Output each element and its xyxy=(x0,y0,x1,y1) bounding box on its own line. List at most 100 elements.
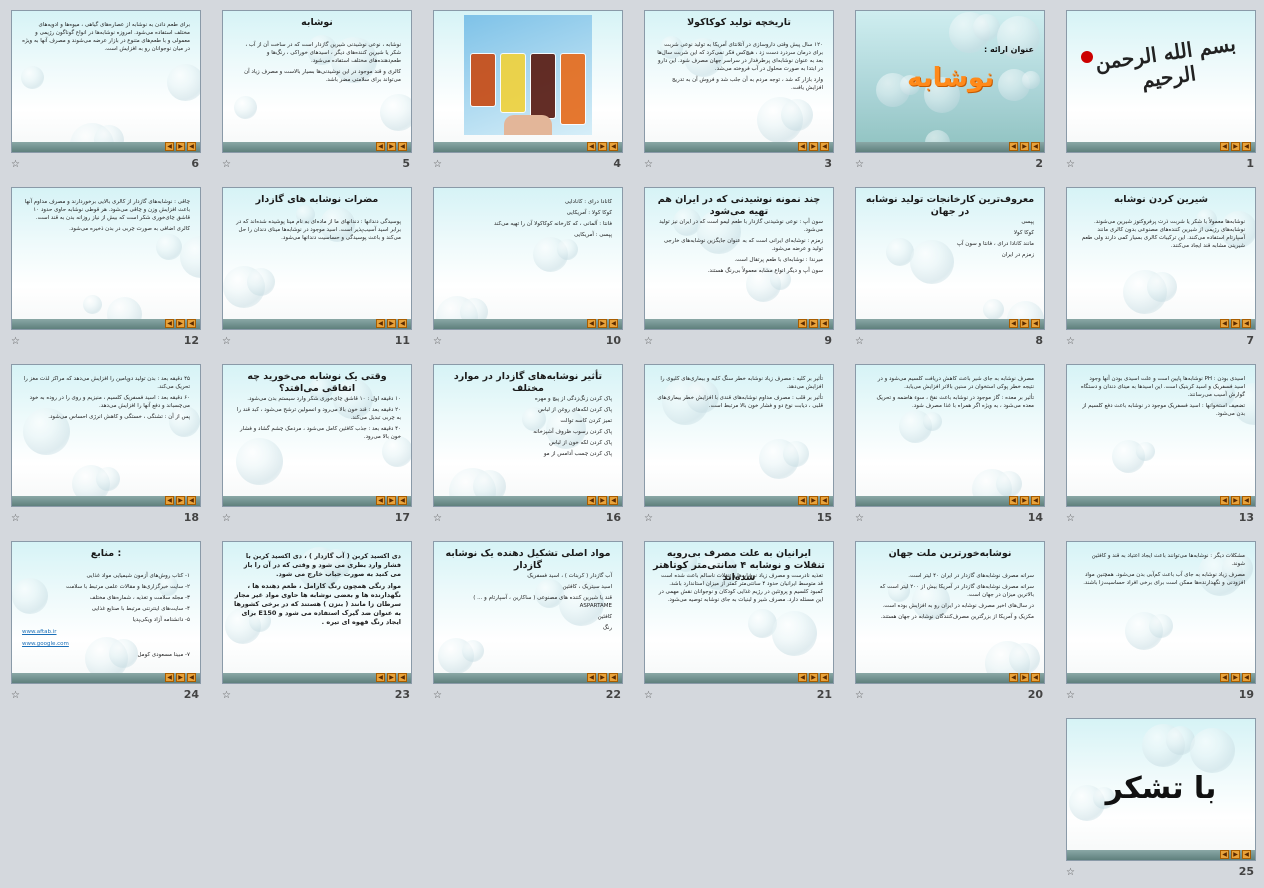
bubble-decoration xyxy=(380,94,411,131)
slide-preview[interactable]: تاریخچه تولید کوکاکولا ۱۲۰ سال پیش وقتی د… xyxy=(644,10,834,153)
transition-star-icon[interactable]: ☆ xyxy=(1066,336,1075,347)
transition-star-icon[interactable]: ☆ xyxy=(433,513,442,524)
slide-preview[interactable]: تأثیر بر کلیه : مصرف زیاد نوشابه خطر سنگ… xyxy=(644,364,834,507)
slide-preview[interactable]: چاقی : نوشابه‌های گازدار از کالری بالایی… xyxy=(11,187,201,330)
transition-star-icon[interactable]: ☆ xyxy=(11,513,20,524)
transition-star-icon[interactable]: ☆ xyxy=(644,513,653,524)
bullet-text: اسیدی بودن : PH نوشابه‌ها پایین است و عل… xyxy=(1080,376,1245,398)
slide-thumbnail-10[interactable]: کانادا درای : کانادایی کوکا کولا : آمریکا… xyxy=(433,187,623,357)
transition-star-icon[interactable]: ☆ xyxy=(855,336,864,347)
slide-thumbnail-4[interactable]: ◀ ▶ ◀ 4 ☆ xyxy=(433,10,623,180)
slide-preview[interactable]: معروف‌ترین کارخانجات تولید نوشابه در جها… xyxy=(855,187,1045,330)
slide-preview[interactable]: نوشابه‌خورترین ملت جهان سرانه مصرف نوشابه… xyxy=(855,541,1045,684)
slide-thumbnail-8[interactable]: معروف‌ترین کارخانجات تولید نوشابه در جها… xyxy=(855,187,1045,357)
slide-thumbnail-19[interactable]: مشکلات دیگر : نوشابه‌ها می‌توانند باعث ا… xyxy=(1066,541,1256,711)
slide-thumbnail-18[interactable]: ۴۵ دقیقه بعد : بدن تولید دوپامین را افزا… xyxy=(11,364,201,534)
slide-preview[interactable]: ◀ ▶ ◀ xyxy=(433,10,623,153)
bullet-text: وارد بازار که شد ، توجه مردم به آن جلب ش… xyxy=(671,77,823,91)
slide-preview[interactable]: شیرین کردن نوشابه نوشابه‌ها معمولاً با شک… xyxy=(1066,187,1256,330)
reference-link[interactable]: www.aftab.ir xyxy=(22,628,190,636)
slide-thumbnail-24[interactable]: منابع : ۱- کتاب روش‌های آزمون شیمیایی موا… xyxy=(11,541,201,711)
bullet-text: مصرف زیاد نوشابه به جای آب باعث کم‌آبی ب… xyxy=(1083,572,1245,586)
slide-thumbnail-9[interactable]: چند نمونه نوشیدنی که در ایران هم تهیه می… xyxy=(644,187,834,357)
prev-slide-button: ◀ xyxy=(1220,319,1229,328)
transition-star-icon[interactable]: ☆ xyxy=(1066,867,1075,878)
slide-preview[interactable]: کانادا درای : کانادایی کوکا کولا : آمریکا… xyxy=(433,187,623,330)
slide-thumbnail-3[interactable]: تاریخچه تولید کوکاکولا ۱۲۰ سال پیش وقتی د… xyxy=(644,10,834,180)
bullet-text: پاک کردن لکه‌های روغن از لباس xyxy=(538,407,612,413)
transition-star-icon[interactable]: ☆ xyxy=(644,159,653,170)
slide-footer-bar: ◀ ▶ ◀ xyxy=(12,496,200,506)
slide-thumbnail-17[interactable]: وقتی یک نوشابه می‌خورید چه اتفاقی می‌افت… xyxy=(222,364,412,534)
slide-preview[interactable]: بسم الله الرحمن الرحیم ◀ ▶ ◀ xyxy=(1066,10,1256,153)
prev-slide-button: ◀ xyxy=(1009,496,1018,505)
slide-thumbnail-16[interactable]: تأثیر نوشابه‌های گازدار در موارد مختلف پا… xyxy=(433,364,623,534)
transition-star-icon[interactable]: ☆ xyxy=(644,690,653,701)
slide-thumbnail-21[interactable]: ایرانیان به علت مصرف بی‌رویه تنقلات و نو… xyxy=(644,541,834,711)
slide-preview[interactable]: نوشابه نوشابه ، نوعی نوشیدنی شیرین گازدار… xyxy=(222,10,412,153)
slide-preview[interactable]: ۴۵ دقیقه بعد : بدن تولید دوپامین را افزا… xyxy=(11,364,201,507)
slide-thumbnail-12[interactable]: چاقی : نوشابه‌های گازدار از کالری بالایی… xyxy=(11,187,201,357)
slide-thumbnail-6[interactable]: برای طعم دادن به نوشابه از عصاره‌های گیا… xyxy=(11,10,201,180)
transition-star-icon[interactable]: ☆ xyxy=(855,513,864,524)
slide-preview[interactable]: اسیدی بودن : PH نوشابه‌ها پایین است و عل… xyxy=(1066,364,1256,507)
slide-thumbnail-14[interactable]: مصرف نوشابه به جای شیر باعث کاهش دریافت … xyxy=(855,364,1045,534)
transition-star-icon[interactable]: ☆ xyxy=(855,159,864,170)
transition-star-icon[interactable]: ☆ xyxy=(222,159,231,170)
transition-star-icon[interactable]: ☆ xyxy=(855,690,864,701)
slide-footer-bar: ◀ ▶ ◀ xyxy=(434,142,622,152)
slide-footer-bar: ◀ ▶ ◀ xyxy=(645,496,833,506)
transition-star-icon[interactable]: ☆ xyxy=(222,513,231,524)
slide-preview[interactable]: چند نمونه نوشیدنی که در ایران هم تهیه می… xyxy=(644,187,834,330)
slide-thumbnail-7[interactable]: شیرین کردن نوشابه نوشابه‌ها معمولاً با شک… xyxy=(1066,187,1256,357)
slide-preview[interactable]: مضرات نوشابه های گازدار پوسیدگی دندانها :… xyxy=(222,187,412,330)
slide-preview[interactable]: تأثیر نوشابه‌های گازدار در موارد مختلف پا… xyxy=(433,364,623,507)
slide-preview[interactable]: با تشکر ◀ ▶ ◀ xyxy=(1066,718,1256,861)
slide-title: تأثیر نوشابه‌های گازدار در موارد مختلف xyxy=(453,371,603,394)
slide-preview[interactable]: ایرانیان به علت مصرف بی‌رویه تنقلات و نو… xyxy=(644,541,834,684)
slide-title: مواد اصلی تشکیل دهنده یک نوشابه گازدار xyxy=(445,548,611,571)
slide-thumbnail-13[interactable]: اسیدی بودن : PH نوشابه‌ها پایین است و عل… xyxy=(1066,364,1256,534)
slide-thumbnail-22[interactable]: مواد اصلی تشکیل دهنده یک نوشابه گازدار آب… xyxy=(433,541,623,711)
transition-star-icon[interactable]: ☆ xyxy=(433,159,442,170)
slide-thumbnail-5[interactable]: نوشابه نوشابه ، نوعی نوشیدنی شیرین گازدار… xyxy=(222,10,412,180)
slide-preview[interactable]: مشکلات دیگر : نوشابه‌ها می‌توانند باعث ا… xyxy=(1066,541,1256,684)
drink-glass xyxy=(560,53,586,125)
slide-thumbnail-15[interactable]: تأثیر بر کلیه : مصرف زیاد نوشابه خطر سنگ… xyxy=(644,364,834,534)
transition-star-icon[interactable]: ☆ xyxy=(1066,159,1075,170)
bullet-text: زمزم : نوشابه‌ای ایرانی است که به عنوان … xyxy=(663,238,823,252)
slide-thumbnail-1[interactable]: بسم الله الرحمن الرحیم ◀ ▶ ◀ 1 ☆ xyxy=(1066,10,1256,180)
slide-preview[interactable]: برای طعم دادن به نوشابه از عصاره‌های گیا… xyxy=(11,10,201,153)
slide-thumbnail-11[interactable]: مضرات نوشابه های گازدار پوسیدگی دندانها :… xyxy=(222,187,412,357)
next-slide-button: ▶ xyxy=(598,319,607,328)
transition-star-icon[interactable]: ☆ xyxy=(433,336,442,347)
slide-footer-bar: ◀ ▶ ◀ xyxy=(645,319,833,329)
transition-star-icon[interactable]: ☆ xyxy=(644,336,653,347)
slide-preview[interactable]: مواد اصلی تشکیل دهنده یک نوشابه گازدار آب… xyxy=(433,541,623,684)
transition-star-icon[interactable]: ☆ xyxy=(1066,690,1075,701)
transition-star-icon[interactable]: ☆ xyxy=(11,336,20,347)
transition-star-icon[interactable]: ☆ xyxy=(11,159,20,170)
slide-thumbnail-2[interactable]: عنوان ارائه : نوشابه ◀ ▶ ◀ 2 ☆ xyxy=(855,10,1045,180)
transition-star-icon[interactable]: ☆ xyxy=(222,690,231,701)
slide-thumbnail-20[interactable]: نوشابه‌خورترین ملت جهان سرانه مصرف نوشابه… xyxy=(855,541,1045,711)
reference-link[interactable]: www.google.com xyxy=(22,640,190,648)
slide-preview[interactable]: مصرف نوشابه به جای شیر باعث کاهش دریافت … xyxy=(855,364,1045,507)
slide-thumbnail-23[interactable]: دی اکسید کربن ( آب گازدار ) ، دی اکسید ک… xyxy=(222,541,412,711)
slide-preview[interactable]: وقتی یک نوشابه می‌خورید چه اتفاقی می‌افت… xyxy=(222,364,412,507)
transition-star-icon[interactable]: ☆ xyxy=(1066,513,1075,524)
bullet-text: تأثیر بر معده : گاز موجود در نوشابه باعث… xyxy=(876,395,1034,409)
transition-star-icon[interactable]: ☆ xyxy=(433,690,442,701)
transition-star-icon[interactable]: ☆ xyxy=(11,690,20,701)
slide-thumbnail-25[interactable]: با تشکر ◀ ▶ ◀ 25 ☆ xyxy=(1066,718,1256,888)
slide-body: پوسیدگی دندانها : دندانهای ما از ماده‌ای… xyxy=(233,218,401,245)
slide-preview[interactable]: دی اکسید کربن ( آب گازدار ) ، دی اکسید ک… xyxy=(222,541,412,684)
slide-preview[interactable]: عنوان ارائه : نوشابه ◀ ▶ ◀ xyxy=(855,10,1045,153)
last-slide-button: ◀ xyxy=(1031,673,1040,682)
slide-preview[interactable]: منابع : ۱- کتاب روش‌های آزمون شیمیایی موا… xyxy=(11,541,201,684)
drink-glass xyxy=(530,53,556,119)
presenter-label: عنوان ارائه : xyxy=(983,45,1034,54)
transition-star-icon[interactable]: ☆ xyxy=(222,336,231,347)
slide-title: وقتی یک نوشابه می‌خورید چه اتفاقی می‌افت… xyxy=(247,371,387,394)
slide-background xyxy=(223,188,411,329)
